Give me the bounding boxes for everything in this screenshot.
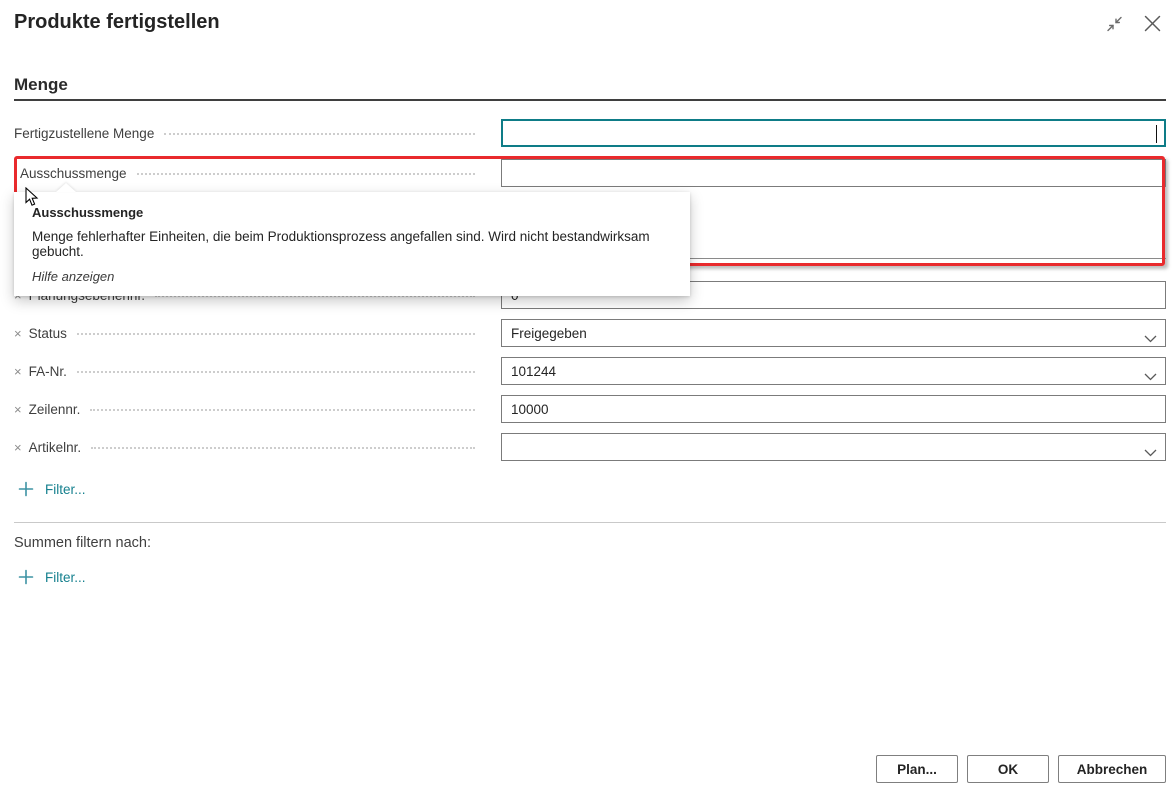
line-no-input[interactable]: 10000: [501, 395, 1166, 423]
section-divider: [14, 99, 1166, 101]
add-totals-filter-link[interactable]: Filter...: [18, 569, 86, 585]
collapse-icon[interactable]: [1104, 13, 1124, 33]
show-help-link[interactable]: Hilfe anzeigen: [32, 269, 114, 284]
plus-icon: [18, 481, 34, 497]
chevron-down-icon[interactable]: [1144, 330, 1157, 348]
cancel-button[interactable]: Abbrechen: [1058, 755, 1166, 783]
tooltip-body: Menge fehlerhafter Einheiten, die beim P…: [32, 229, 674, 259]
field-row-fertigzustellene-menge: Fertigzustellene Menge: [14, 119, 1166, 147]
filter-row-fa-nr: × FA-Nr. 101244: [14, 357, 1166, 385]
field-tooltip: Ausschussmenge Menge fehlerhafter Einhei…: [14, 192, 690, 296]
totals-divider: [14, 522, 1166, 523]
filter-label: Artikelnr.: [29, 440, 82, 455]
remove-filter-icon[interactable]: ×: [14, 364, 22, 379]
dotted-leader: [90, 409, 475, 411]
remove-filter-icon[interactable]: ×: [14, 326, 22, 341]
dialog-footer: Plan... OK Abbrechen: [876, 755, 1166, 783]
filter-label: Status: [29, 326, 67, 341]
production-order-no-select[interactable]: 101244: [501, 357, 1166, 385]
remove-filter-icon[interactable]: ×: [14, 402, 22, 417]
field-label: Ausschussmenge: [20, 166, 127, 181]
dotted-leader: [137, 173, 475, 175]
add-filter-label: Filter...: [45, 482, 86, 497]
totals-section-title: Summen filtern nach:: [14, 535, 151, 551]
dotted-leader: [77, 371, 475, 373]
plan-button[interactable]: Plan...: [876, 755, 958, 783]
status-select[interactable]: Freigegeben: [501, 319, 1166, 347]
add-filter-link[interactable]: Filter...: [18, 481, 86, 497]
finish-products-dialog: Produkte fertigstellen Menge: [0, 0, 1174, 796]
field-label: Fertigzustellene Menge: [14, 126, 154, 141]
dotted-leader: [77, 333, 475, 335]
section-title-menge: Menge: [14, 75, 68, 95]
tooltip-title: Ausschussmenge: [32, 205, 674, 220]
filter-row-artikelnr: × Artikelnr.: [14, 433, 1166, 461]
window-controls: [1104, 13, 1162, 33]
chevron-down-icon[interactable]: [1144, 368, 1157, 386]
field-row-ausschussmenge: Ausschussmenge: [14, 159, 1166, 187]
plus-icon: [18, 569, 34, 585]
filter-row-zeilennr: × Zeilennr. 10000: [14, 395, 1166, 423]
filter-label: Zeilennr.: [29, 402, 81, 417]
add-filter-label: Filter...: [45, 570, 86, 585]
dotted-leader: [91, 447, 475, 449]
filter-row-status: × Status Freigegeben: [14, 319, 1166, 347]
item-no-select[interactable]: [501, 433, 1166, 461]
ok-button[interactable]: OK: [967, 755, 1049, 783]
page-title: Produkte fertigstellen: [14, 11, 220, 34]
chevron-down-icon[interactable]: [1144, 444, 1157, 462]
remove-filter-icon[interactable]: ×: [14, 440, 22, 455]
quantity-to-finish-input[interactable]: [501, 119, 1166, 147]
close-icon[interactable]: [1142, 13, 1162, 33]
scrap-quantity-input[interactable]: [501, 159, 1166, 187]
tooltip-caret: [56, 183, 76, 192]
filter-label: FA-Nr.: [29, 364, 67, 379]
text-caret: [1156, 125, 1157, 143]
dotted-leader: [164, 133, 475, 135]
